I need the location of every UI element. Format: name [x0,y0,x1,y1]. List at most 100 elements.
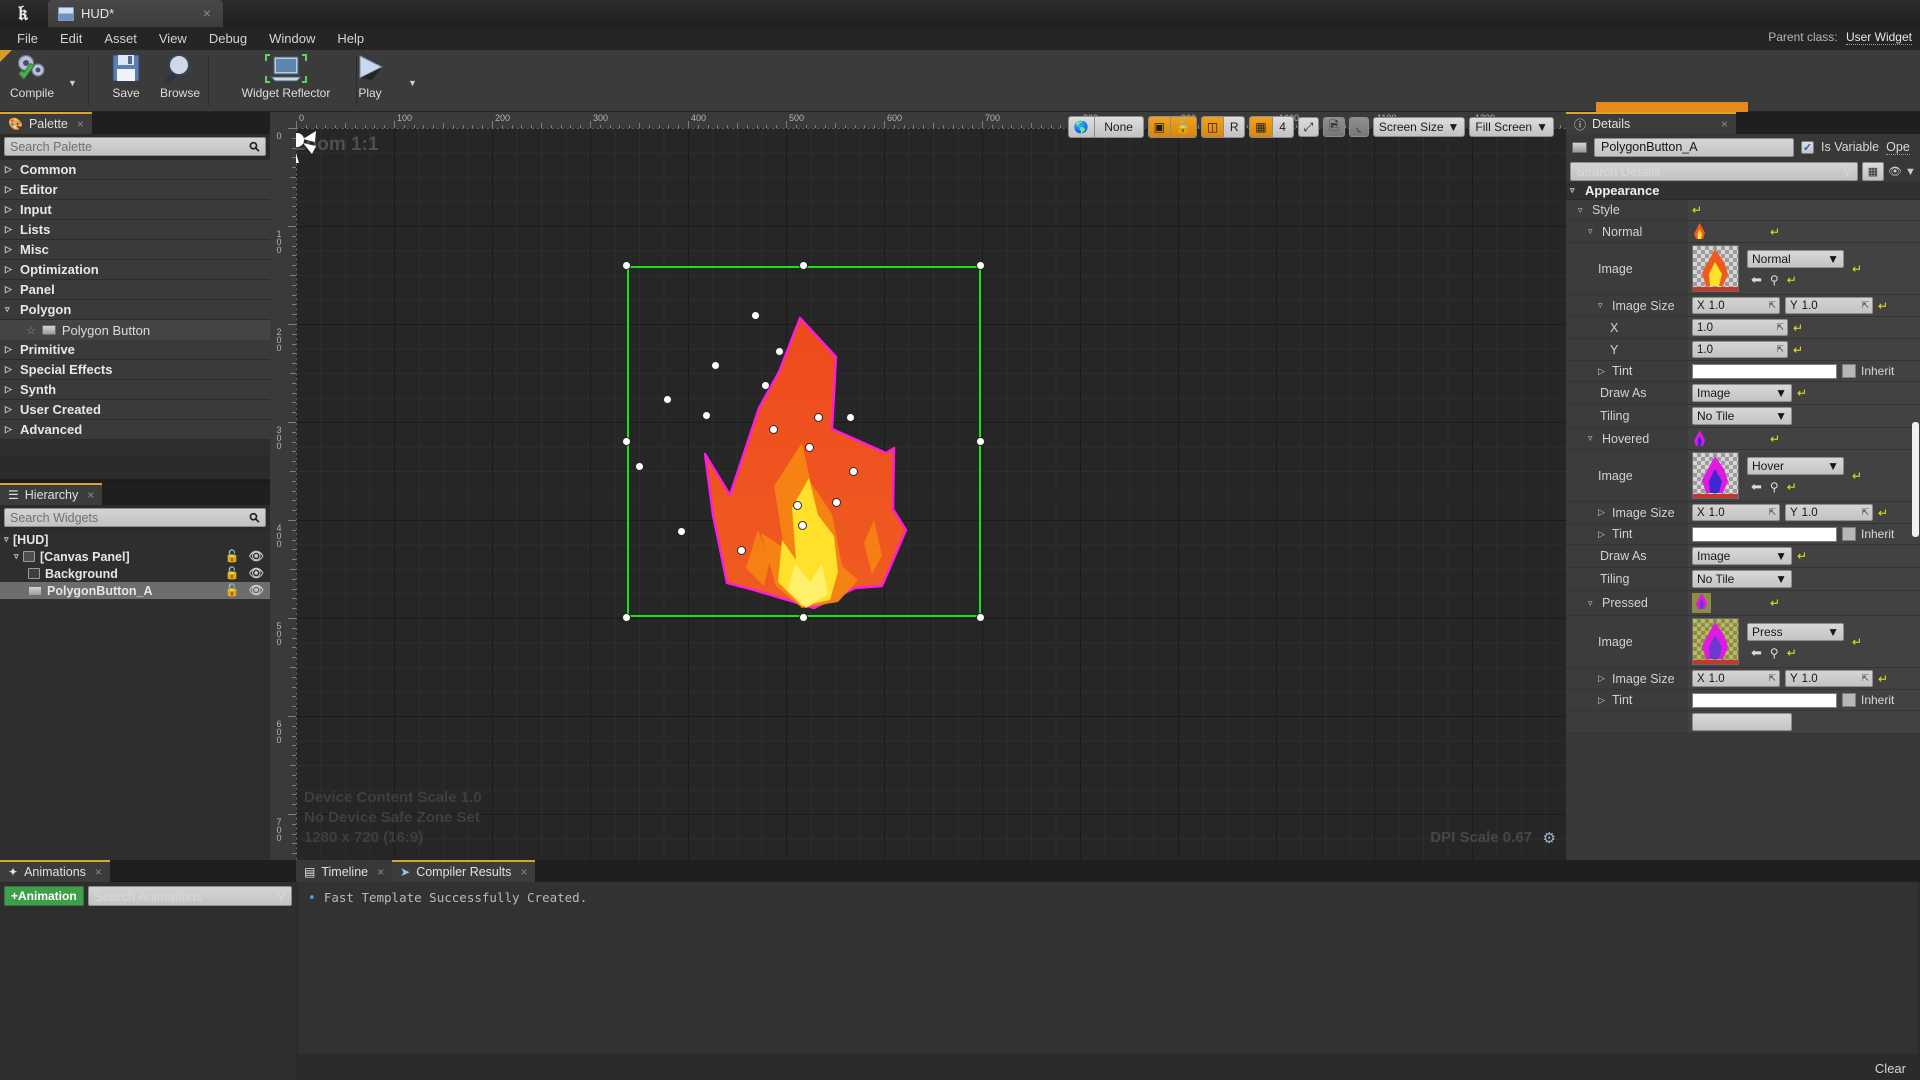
parent-class-value[interactable]: User Widget [1845,30,1912,45]
revert-icon[interactable]: ↵ [1793,321,1803,335]
drag-arrows-icon[interactable]: ⇱ [1776,344,1784,355]
chevron-right-icon[interactable]: ▷ [1598,673,1607,684]
chevron-down-icon[interactable]: ▿ [4,534,13,545]
fill-screen-dropdown[interactable]: Fill Screen ▼ [1469,117,1554,137]
palette-category-advanced[interactable]: ▷ Advanced [0,420,270,440]
hierarchy-row-background[interactable]: Background 🔓 👁 [0,565,270,582]
polygon-vertex-handle[interactable] [815,414,822,421]
compiler-message-row[interactable]: • Fast Template Successfully Created. [308,890,1908,906]
eye-icon[interactable]: 👁 [249,549,264,563]
is-variable-checkbox[interactable]: ✓ [1801,140,1814,154]
play-dropdown-caret-icon[interactable]: ▼ [408,78,417,88]
open-link[interactable]: Ope [1886,140,1910,155]
lock-icon[interactable]: 🔒 [1170,117,1196,137]
menu-item-view[interactable]: View [148,29,198,48]
hovered-asset-dropdown[interactable]: Hover ▼ [1747,456,1844,475]
chevron-down-icon[interactable]: ▿ [1578,205,1587,216]
tab-animations[interactable]: ✦ Animations × [0,860,110,882]
polygon-vertex-handle[interactable] [847,414,854,421]
chevron-down-icon[interactable]: ▿ [1588,598,1597,609]
drag-arrows-icon[interactable]: ⇱ [1768,673,1776,684]
polygon-vertex-handle[interactable] [664,396,671,403]
palette-category-editor[interactable]: ▷ Editor [0,180,270,200]
polygon-button-flame-widget[interactable] [606,268,1026,618]
close-icon[interactable]: × [87,488,94,502]
menu-item-edit[interactable]: Edit [49,29,93,48]
hierarchy-search-input[interactable]: Search Widgets ⚲ [4,508,266,527]
compile-button[interactable]: Compile [2,52,62,100]
tab-compiler-results[interactable]: ➤ Compiler Results × [392,860,536,882]
animations-search-input[interactable]: Search Animations ⚲ [88,886,292,906]
palette-category-special-effects[interactable]: ▷ Special Effects [0,360,270,380]
drag-arrows-icon[interactable]: ⇱ [1861,507,1869,518]
hierarchy-row-hud[interactable]: ▿ [HUD] [0,531,270,548]
image-icon[interactable]: 🖻 [1323,117,1345,137]
revert-icon[interactable]: ↵ [1852,262,1862,276]
details-scrollbar[interactable] [1912,422,1919,537]
tab-palette[interactable]: 🎨 Palette × [0,112,92,134]
menu-item-window[interactable]: Window [258,29,326,48]
property-name[interactable]: ▷ Tint [1566,524,1688,544]
hierarchy-row-canvas-panel[interactable]: ▿ [Canvas Panel] 🔓 👁 [0,548,270,565]
grid-snap-icon[interactable]: ▦ [1250,117,1273,137]
globe-icon[interactable]: 🌎 [1068,117,1095,137]
widget-canvas[interactable]: Zoom 1:1 Device Content Scale 1.0 No Dev… [296,128,1566,860]
browse-asset-icon[interactable]: ⚲ [1770,273,1779,287]
browse-asset-icon[interactable]: ⚲ [1770,646,1779,660]
category-appearance[interactable]: ▿ Appearance [1566,182,1920,200]
polygon-vertex-handle[interactable] [738,547,745,554]
close-icon[interactable]: × [520,865,527,879]
normal-sub-x-field[interactable]: 1.0 ⇱ [1692,319,1788,336]
palette-category-synth[interactable]: ▷ Synth [0,380,270,400]
polygon-vertex-handle[interactable] [703,412,710,419]
hovered-tint-color-swatch[interactable] [1692,526,1837,542]
revert-icon[interactable]: ↵ [1770,596,1780,610]
close-icon[interactable]: × [77,117,84,131]
palette-category-common[interactable]: ▷ Common [0,160,270,180]
eye-icon[interactable]: 👁 [249,583,264,597]
hovered-image-thumbnail[interactable] [1692,452,1739,499]
revert-icon[interactable]: ↵ [1787,480,1797,494]
palette-search-input[interactable]: Search Palette ⚲ [4,137,266,156]
close-icon[interactable]: × [377,865,384,879]
hierarchy-tree[interactable]: ▿ [HUD] ▿ [Canvas Panel] 🔓 👁 Background … [0,531,270,860]
polygon-vertex-handle[interactable] [833,499,840,506]
palette-category-misc[interactable]: ▷ Misc [0,240,270,260]
pressed-tint-inherit-checkbox[interactable] [1842,693,1856,707]
revert-icon[interactable]: ↵ [1793,343,1803,357]
unlock-icon[interactable]: 🔓 [225,566,240,580]
normal-sub-y-field[interactable]: 1.0 ⇱ [1692,341,1788,358]
pressed-image-thumbnail[interactable] [1692,618,1739,665]
drag-arrows-icon[interactable]: ⇱ [1776,322,1784,333]
pressed-tint-color-swatch[interactable] [1692,692,1837,708]
pressed-extra-dropdown[interactable] [1692,713,1792,731]
browse-asset-icon[interactable]: ⚲ [1770,480,1779,494]
property-name[interactable]: ▿ Pressed [1566,591,1688,615]
palette-category-input[interactable]: ▷ Input [0,200,270,220]
revert-icon[interactable]: ↵ [1797,386,1807,400]
palette-category-lists[interactable]: ▷ Lists [0,220,270,240]
normal-tiling-dropdown[interactable]: No Tile ▼ [1692,407,1792,425]
add-animation-button[interactable]: +Animation [4,886,84,906]
revert-icon[interactable]: ↵ [1692,203,1702,217]
normal-size-y-field[interactable]: Y 1.0 ⇱ [1785,297,1873,314]
hovered-tiling-dropdown[interactable]: No Tile ▼ [1692,570,1792,588]
polygon-vertex-handle[interactable] [762,382,769,389]
revert-icon[interactable]: ↵ [1770,432,1780,446]
chevron-right-icon[interactable]: ▷ [1598,695,1607,706]
property-name[interactable]: ▷ Image Size [1566,502,1688,523]
snap-align-icon[interactable]: ◫ [1201,117,1225,137]
use-selected-asset-icon[interactable]: ⬅ [1751,479,1762,495]
normal-size-x-field[interactable]: X 1.0 ⇱ [1692,297,1780,314]
drag-arrows-icon[interactable]: ⇱ [1861,673,1869,684]
pressed-size-x-field[interactable]: X 1.0 ⇱ [1692,670,1780,687]
dashed-rect-icon[interactable]: ▣ [1148,117,1171,137]
widget-name-input[interactable]: PolygonButton_A [1594,137,1794,157]
grid-size-value-button[interactable]: 4 [1272,117,1293,137]
details-property-list[interactable]: ▿ Appearance ▿ Style ↵ ▿ Normal ↵ Image … [1566,182,1920,860]
normal-asset-dropdown[interactable]: Normal ▼ [1747,249,1844,268]
hovered-size-y-field[interactable]: Y 1.0 ⇱ [1785,504,1873,521]
polygon-vertex-handle[interactable] [850,468,857,475]
drag-arrows-icon[interactable]: ⇱ [1861,300,1869,311]
compile-dropdown-caret-icon[interactable]: ▼ [68,78,77,88]
